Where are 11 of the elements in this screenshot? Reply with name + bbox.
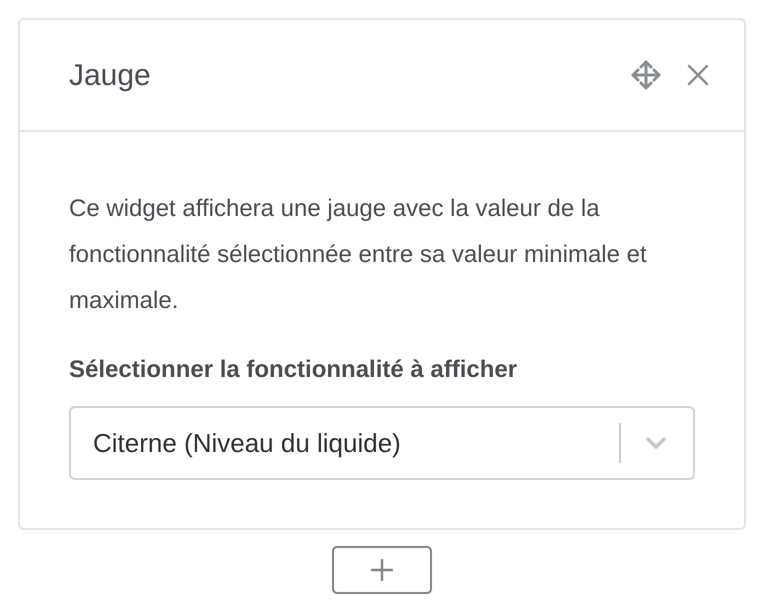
close-icon [686,62,710,87]
description-text: Ce widget affichera une jauge avec la valeur de la fonctionnalité sélectionnée entre sa valeur minimale et maximale. [69,194,648,316]
add-button[interactable] [332,546,432,594]
widget-title: Jauge [69,58,152,94]
close-button[interactable] [686,62,710,88]
move-icon [630,59,662,91]
field-label: Sélectionner la fonctionnalité à afficher [69,355,518,385]
plus-icon [371,559,393,581]
chevron-icon [645,436,667,450]
move-handle[interactable] [630,59,662,91]
feature-select[interactable]: Citerne (Niveau du liquide) [69,406,695,480]
